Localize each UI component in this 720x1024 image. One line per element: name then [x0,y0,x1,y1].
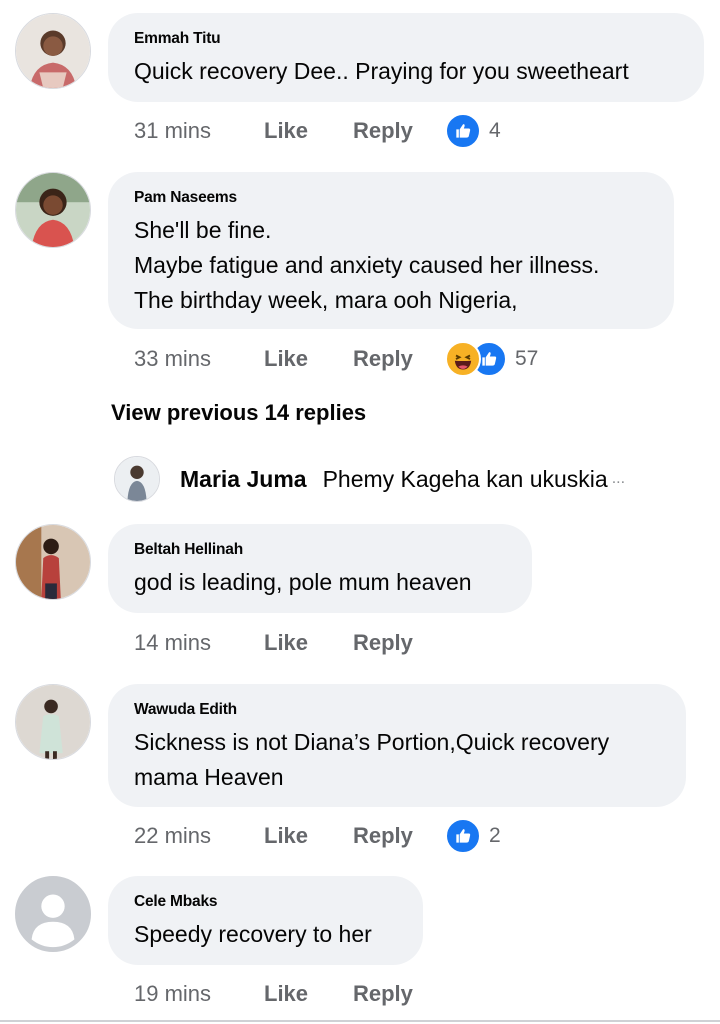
like-button[interactable]: Like [264,346,353,372]
bottom-divider [0,1020,720,1022]
comment-timestamp[interactable]: 14 mins [134,630,264,656]
comment-text-line: Sickness is not Diana’s Portion,Quick re… [134,729,610,755]
reply-button[interactable]: Reply [353,630,445,656]
reply-button[interactable]: Reply [353,823,445,849]
comment-text-line: Maybe fatigue and anxiety caused her ill… [134,252,600,278]
comment-timestamp[interactable]: 19 mins [134,981,264,1007]
reaction-summary[interactable]: 57 [445,341,538,377]
reaction-count: 2 [489,824,501,847]
commenter-name[interactable]: Wawuda Edith [134,701,658,719]
comment-text-line: She'll be fine. [134,217,272,243]
comment-text: Quick recovery Dee.. Praying for you swe… [134,58,629,84]
reaction-summary[interactable]: 2 [445,818,501,854]
avatar-wawuda-edith[interactable] [15,684,91,760]
comment-actions: 19 mins Like Reply [134,977,445,1011]
haha-reaction-icon [445,341,481,377]
commenter-name[interactable]: Emmah Titu [134,30,676,48]
like-button[interactable]: Like [264,630,353,656]
avatar-pam-naseems[interactable] [15,172,91,248]
comment-actions: 33 mins Like Reply 57 [134,341,538,377]
comment-actions: 31 mins Like Reply 4 [134,113,501,149]
view-previous-replies-link[interactable]: View previous 14 replies [111,400,366,426]
reply-button[interactable]: Reply [353,118,445,144]
comment-actions: 14 mins Like Reply [134,626,445,660]
comment-text-line: mama Heaven [134,764,284,790]
commenter-name[interactable]: Cele Mbaks [134,893,395,911]
truncation-ellipsis: ... [611,470,626,487]
comment-actions: 22 mins Like Reply 2 [134,818,501,854]
reaction-count: 57 [515,347,539,370]
comment-timestamp[interactable]: 33 mins [134,346,264,372]
reply-button[interactable]: Reply [353,346,445,372]
comment-bubble: Cele Mbaks Speedy recovery to her [108,876,423,965]
like-button[interactable]: Like [264,981,353,1007]
comment-timestamp[interactable]: 31 mins [134,118,264,144]
commenter-name[interactable]: Beltah Hellinah [134,541,504,559]
like-button[interactable]: Like [264,823,353,849]
reply-author-name[interactable]: Maria Juma [180,466,307,493]
like-button[interactable]: Like [264,118,353,144]
reaction-summary[interactable]: 4 [445,113,501,149]
avatar-cele-mbaks-default[interactable] [15,876,91,952]
reply-preview[interactable]: Maria Juma Phemy Kageha kan ukuskia ... [114,456,684,502]
avatar-maria-juma[interactable] [114,456,160,502]
comment-text-line: The birthday week, mara ooh Nigeria, [134,287,518,313]
comment-text: Speedy recovery to her [134,921,372,947]
comment-bubble: Pam Naseems She'll be fine. Maybe fatigu… [108,172,674,329]
avatar-beltah-hellinah[interactable] [15,524,91,600]
reaction-count: 4 [489,119,501,142]
like-reaction-icon [445,113,481,149]
comment-text: god is leading, pole mum heaven [134,569,472,595]
comment-bubble: Emmah Titu Quick recovery Dee.. Praying … [108,13,704,102]
comment-timestamp[interactable]: 22 mins [134,823,264,849]
like-reaction-icon [445,818,481,854]
comment-bubble: Beltah Hellinah god is leading, pole mum… [108,524,532,613]
avatar-emmah-titu[interactable] [15,13,91,89]
comment-bubble: Wawuda Edith Sickness is not Diana’s Por… [108,684,686,807]
reply-preview-text: Phemy Kageha kan ukuskia [322,465,608,492]
commenter-name[interactable]: Pam Naseems [134,189,646,207]
reply-button[interactable]: Reply [353,981,445,1007]
